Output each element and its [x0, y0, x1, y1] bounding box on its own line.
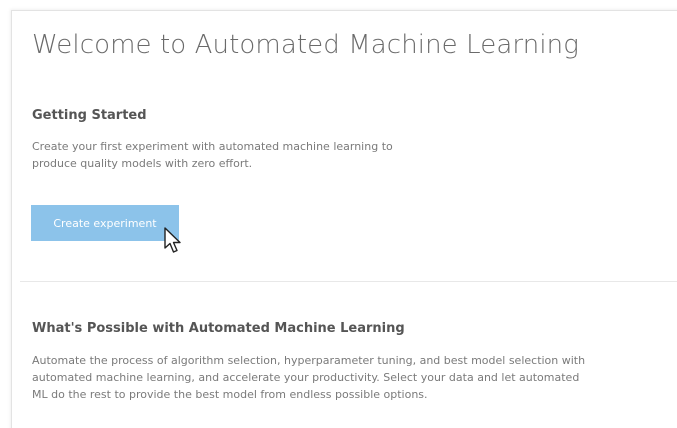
screenshot-frame: Welcome to Automated Machine Learning Ge…: [0, 0, 677, 428]
page-title: Welcome to Automated Machine Learning: [32, 30, 579, 60]
getting-started-heading: Getting Started: [32, 108, 147, 123]
create-experiment-button[interactable]: Create experiment: [31, 205, 179, 241]
section-divider: [20, 281, 677, 282]
whats-possible-heading: What's Possible with Automated Machine L…: [32, 321, 405, 336]
whats-possible-description: Automate the process of algorithm select…: [32, 354, 586, 401]
getting-started-description: Create your first experiment with automa…: [32, 140, 393, 170]
mouse-pointer-icon: [164, 227, 181, 253]
